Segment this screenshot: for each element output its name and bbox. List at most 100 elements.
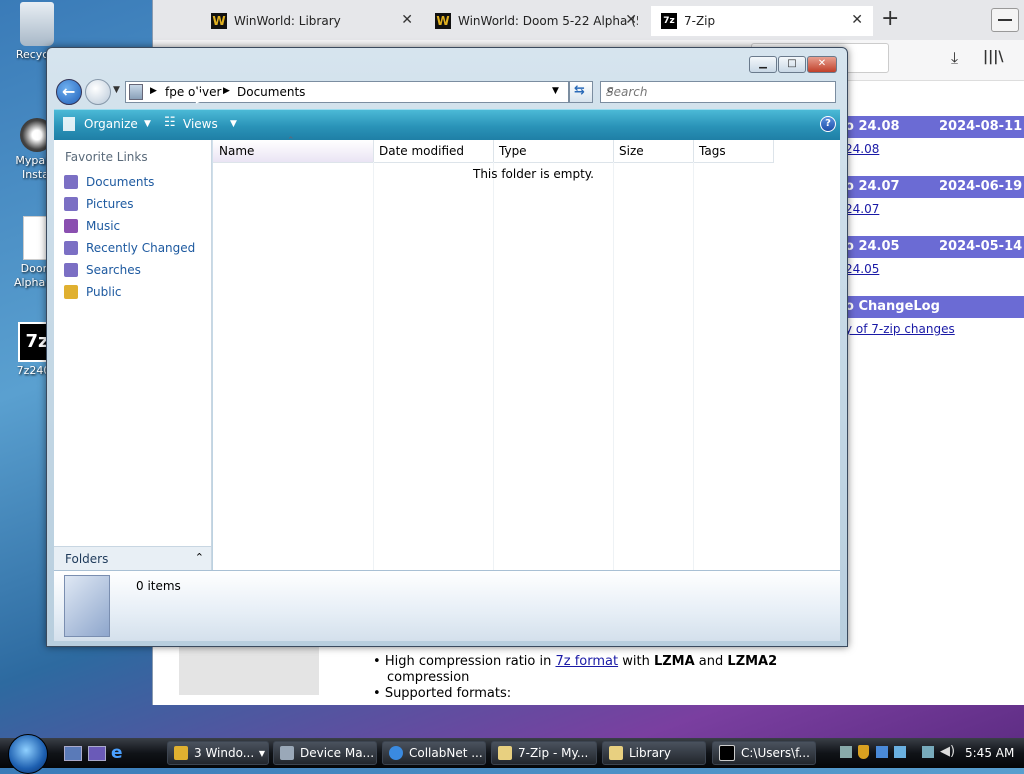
feature-list: • High compression ratio in 7z format wi… [373,654,793,702]
column-header-type[interactable]: Type [493,140,614,163]
column-header-name[interactable]: Name ⌃ [213,136,374,163]
taskbar-item-windows-group[interactable]: 3 Windo... ▼ [167,741,269,765]
7z-format-link[interactable]: 7z format [555,654,618,669]
help-button[interactable]: ? [820,116,836,132]
back-button[interactable]: ← [56,79,82,105]
forward-button[interactable] [85,79,111,105]
favorite-link-label: Music [86,219,121,233]
breadcrumb-separator-icon[interactable]: ▶ [150,86,157,96]
winworld-icon: W [211,13,227,29]
taskbar-item-command-prompt[interactable]: C:\Users\f... [712,741,816,765]
column-divider [613,162,614,570]
favorite-link-documents[interactable]: Documents [64,172,154,192]
version-link[interactable]: 24.05 [845,262,879,276]
switch-windows-icon[interactable] [88,746,106,761]
breadcrumb-separator-icon[interactable]: ▶ [223,86,230,96]
searches-icon [64,263,78,277]
recent-pages-dropdown-icon[interactable]: ▼ [113,85,120,95]
recently-changed-icon [64,241,78,255]
favorite-link-label: Public [86,285,122,299]
organize-button[interactable]: Organize [84,117,138,131]
feature-item-continued: compression [387,670,470,685]
column-header-date-modified[interactable]: Date modified [373,140,494,163]
close-button[interactable]: ✕ [807,56,837,73]
system-tray: ◀) [836,742,956,764]
favorite-link-label: Recently Changed [86,241,196,255]
tab-label: WinWorld: Doom 5-22 Alpha (5 [458,14,638,28]
clock[interactable]: 5:45 AM [965,746,1014,760]
ie-icon[interactable]: e [111,743,123,763]
feature-item: • Supported formats: [373,686,512,701]
tab-winworld-doom[interactable]: W WinWorld: Doom 5-22 Alpha (5 ✕ [425,6,647,36]
display-icon[interactable] [894,746,906,758]
views-icon: ☷ [164,115,176,130]
refresh-icon: ⇆ [574,83,585,98]
taskbar-item-7zip[interactable]: 7-Zip - My... [491,741,597,765]
refresh-button[interactable]: ⇆ [569,81,593,103]
close-icon[interactable]: ✕ [851,12,863,28]
minimize-icon[interactable] [991,8,1019,32]
tab-7zip[interactable]: 7z 7-Zip ✕ [651,6,873,36]
close-icon[interactable]: ✕ [625,12,637,28]
new-tab-button[interactable]: + [881,6,899,31]
address-dropdown-icon[interactable]: ▼ [552,86,559,96]
tab-strip: W WinWorld: Library ✕ W WinWorld: Doom 5… [153,0,1024,40]
tab-label: 7-Zip [684,14,716,28]
chevron-down-icon[interactable]: ▼ [144,119,151,129]
breadcrumb-item[interactable]: Documents [237,85,305,99]
version-row: o 24.08 2024-08-11 [845,116,1024,138]
navigation-pane: Favorite Links Documents Pictures Music … [54,140,212,570]
version-link[interactable]: 24.08 [845,142,879,156]
changelog-link-row: y of 7-zip changes [845,320,1024,340]
documents-folder-icon [64,575,110,637]
favorite-link-pictures[interactable]: Pictures [64,194,134,214]
tab-winworld-library[interactable]: W WinWorld: Library ✕ [201,6,423,36]
download-icon[interactable]: ⤓ [951,48,958,68]
volume-icon[interactable]: ◀) [940,744,955,759]
changelog-link[interactable]: y of 7-zip changes [845,322,955,336]
shield-icon[interactable] [858,745,869,759]
column-header-size[interactable]: Size [613,140,694,163]
favorite-link-label: Documents [86,175,155,189]
taskbar-item-library[interactable]: Library [602,741,706,765]
taskbar: e 3 Windo... ▼ Device Ma... CollabNet ..… [0,734,1024,774]
search-input[interactable]: Search ⌕ [600,81,836,103]
search-icon[interactable]: ⌕ [606,83,829,98]
favorite-link-label: Pictures [86,197,134,211]
file-list[interactable]: Name ⌃ Date modified Type Size Tags This… [213,136,840,570]
favorite-link-public[interactable]: Public [64,282,122,302]
views-button[interactable]: Views [183,117,218,131]
folder-icon [129,84,143,100]
7zip-icon [498,746,512,760]
version-link[interactable]: 24.07 [845,202,879,216]
back-arrow-icon: ← [62,82,76,101]
feature-item: • High compression ratio in 7z format wi… [373,654,778,669]
show-desktop-icon[interactable] [64,746,82,761]
version-link-row: 24.05 [845,260,1024,280]
taskbar-item-device-manager[interactable]: Device Ma... [273,741,377,765]
folders-toggle[interactable]: Folders ⌃ [54,546,211,571]
changelog-header: o ChangeLog [845,296,1024,318]
favorite-link-label: Searches [86,263,141,277]
version-link-row: 24.07 [845,200,1024,220]
start-button[interactable] [8,734,48,774]
documents-icon [64,175,78,189]
command-bar: Organize ▼ ☷ Views ▼ ? [54,109,840,140]
network-icon[interactable] [840,746,852,758]
chevron-down-icon[interactable]: ▼ [230,119,237,129]
monitor-icon[interactable] [922,746,934,758]
chevron-up-icon[interactable]: ⌃ [195,551,204,564]
folder-icon [64,285,78,299]
column-header-tags[interactable]: Tags [693,140,774,163]
library-icon[interactable]: |||\ [983,49,1003,65]
favorite-link-music[interactable]: Music [64,216,120,236]
security-icon[interactable] [876,746,888,758]
favorite-link-recently-changed[interactable]: Recently Changed [64,238,195,258]
favorite-link-searches[interactable]: Searches [64,260,141,280]
taskbar-item-collabnet[interactable]: CollabNet ... [382,741,486,765]
minimize-button[interactable]: ▁ [749,56,777,73]
maximize-button[interactable]: □ [778,56,806,73]
close-icon[interactable]: ✕ [401,12,413,28]
device-manager-icon [280,746,294,760]
winworld-icon: W [435,13,451,29]
